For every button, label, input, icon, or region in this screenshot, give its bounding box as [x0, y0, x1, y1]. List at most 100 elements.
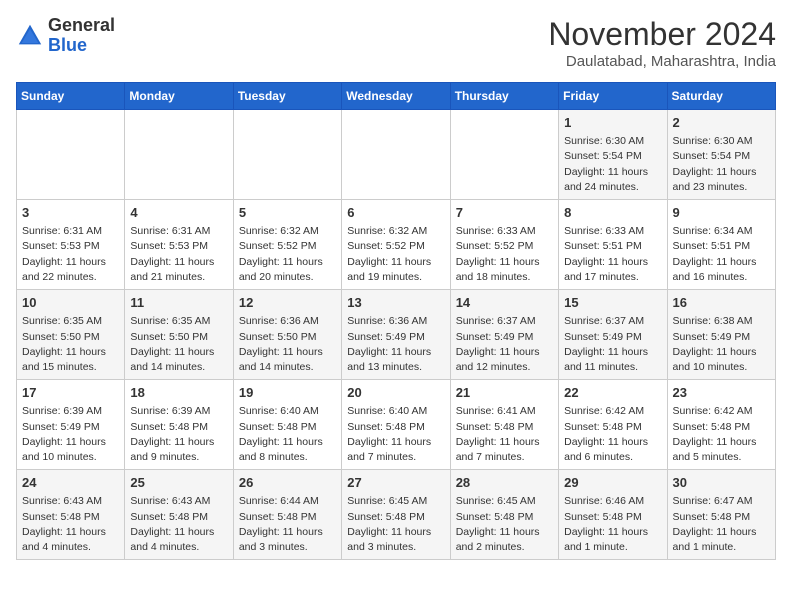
- weekday-header-sunday: Sunday: [17, 83, 125, 110]
- day-info: Sunrise: 6:34 AM Sunset: 5:51 PM Dayligh…: [673, 224, 770, 285]
- day-number: 13: [347, 294, 444, 312]
- calendar-cell: 26 Sunrise: 6:44 AM Sunset: 5:48 PM Dayli…: [233, 470, 341, 560]
- day-info: Sunrise: 6:39 AM Sunset: 5:49 PM Dayligh…: [22, 404, 119, 465]
- day-number: 12: [239, 294, 336, 312]
- day-number: 28: [456, 474, 553, 492]
- calendar-cell: 2Sunrise: 6:30 AM Sunset: 5:54 PM Daylig…: [667, 110, 775, 200]
- day-info: Sunrise: 6:45 AM Sunset: 5:48 PM Dayligh…: [347, 494, 444, 555]
- day-info: Sunrise: 6:35 AM Sunset: 5:50 PM Dayligh…: [130, 314, 227, 375]
- logo-icon: [16, 22, 44, 50]
- day-info: Sunrise: 6:36 AM Sunset: 5:49 PM Dayligh…: [347, 314, 444, 375]
- weekday-header-tuesday: Tuesday: [233, 83, 341, 110]
- day-info: Sunrise: 6:35 AM Sunset: 5:50 PM Dayligh…: [22, 314, 119, 375]
- calendar-cell: 24Sunrise: 6:43 AM Sunset: 5:48 PM Dayli…: [17, 470, 125, 560]
- month-year: November 2024: [548, 16, 776, 53]
- day-info: Sunrise: 6:33 AM Sunset: 5:52 PM Dayligh…: [456, 224, 553, 285]
- calendar-cell: 3Sunrise: 6:31 AM Sunset: 5:53 PM Daylig…: [17, 200, 125, 290]
- day-info: Sunrise: 6:43 AM Sunset: 5:48 PM Dayligh…: [130, 494, 227, 555]
- calendar-cell: 16 Sunrise: 6:38 AM Sunset: 5:49 PM Dayli…: [667, 290, 775, 380]
- week-row-1: 1 Sunrise: 6:30 AM Sunset: 5:54 PM Daylig…: [17, 110, 776, 200]
- day-info: Sunrise: 6:37 AM Sunset: 5:49 PM Dayligh…: [564, 314, 661, 375]
- day-info: Sunrise: 6:40 AM Sunset: 5:48 PM Dayligh…: [347, 404, 444, 465]
- day-number: 15: [564, 294, 661, 312]
- calendar-cell: 25 Sunrise: 6:43 AM Sunset: 5:48 PM Dayli…: [125, 470, 233, 560]
- week-row-3: 10 Sunrise: 6:35 AM Sunset: 5:50 PM Dayli…: [17, 290, 776, 380]
- day-number: 21: [456, 384, 553, 402]
- day-number: 14: [456, 294, 553, 312]
- calendar-cell: 29Sunrise: 6:46 AM Sunset: 5:48 PM Dayli…: [559, 470, 667, 560]
- weekday-header-row: SundayMondayTuesdayWednesdayThursdayFrid…: [17, 83, 776, 110]
- day-info: Sunrise: 6:42 AM Sunset: 5:48 PM Dayligh…: [673, 404, 770, 465]
- calendar-table: SundayMondayTuesdayWednesdayThursdayFrid…: [16, 82, 776, 560]
- day-info: Sunrise: 6:36 AM Sunset: 5:50 PM Dayligh…: [239, 314, 336, 375]
- day-number: 30: [673, 474, 770, 492]
- calendar-cell: 5 Sunrise: 6:32 AM Sunset: 5:52 PM Daylig…: [233, 200, 341, 290]
- calendar-cell: 12 Sunrise: 6:36 AM Sunset: 5:50 PM Dayli…: [233, 290, 341, 380]
- day-number: 10: [22, 294, 119, 312]
- day-info: Sunrise: 6:31 AM Sunset: 5:53 PM Dayligh…: [130, 224, 227, 285]
- day-info: Sunrise: 6:33 AM Sunset: 5:51 PM Dayligh…: [564, 224, 661, 285]
- day-info: Sunrise: 6:47 AM Sunset: 5:48 PM Dayligh…: [673, 494, 770, 555]
- week-row-2: 3 Sunrise: 6:31 AM Sunset: 5:53 PM Daylig…: [17, 200, 776, 290]
- day-info: Sunrise: 6:41 AM Sunset: 5:48 PM Dayligh…: [456, 404, 553, 465]
- title-block: November 2024 Daulatabad, Maharashtra, I…: [548, 16, 776, 70]
- day-info: Sunrise: 6:32 AM Sunset: 5:52 PM Dayligh…: [239, 224, 336, 285]
- calendar-cell: 10 Sunrise: 6:35 AM Sunset: 5:50 PM Dayli…: [17, 290, 125, 380]
- day-info: Sunrise: 6:30 AM Sunset: 5:54 PM Dayligh…: [564, 134, 661, 195]
- calendar-cell: 1 Sunrise: 6:30 AM Sunset: 5:54 PM Daylig…: [559, 110, 667, 200]
- day-number: 26: [239, 474, 336, 492]
- day-number: 18: [130, 384, 227, 402]
- day-number: 7: [456, 204, 553, 222]
- day-info: Sunrise: 6:46 AM Sunset: 5:48 PM Dayligh…: [564, 494, 661, 555]
- day-info: Sunrise: 6:30 AM Sunset: 5:54 PM Dayligh…: [673, 134, 770, 195]
- calendar-cell: [342, 110, 450, 200]
- day-info: Sunrise: 6:32 AM Sunset: 5:52 PM Dayligh…: [347, 224, 444, 285]
- day-number: 8: [564, 204, 661, 222]
- day-number: 22: [564, 384, 661, 402]
- weekday-header-friday: Friday: [559, 83, 667, 110]
- day-number: 4: [130, 204, 227, 222]
- day-info: Sunrise: 6:39 AM Sunset: 5:48 PM Dayligh…: [130, 404, 227, 465]
- calendar-cell: 13 Sunrise: 6:36 AM Sunset: 5:49 PM Dayli…: [342, 290, 450, 380]
- calendar-cell: 9Sunrise: 6:34 AM Sunset: 5:51 PM Daylig…: [667, 200, 775, 290]
- day-number: 3: [22, 204, 119, 222]
- day-info: Sunrise: 6:45 AM Sunset: 5:48 PM Dayligh…: [456, 494, 553, 555]
- calendar-cell: 11 Sunrise: 6:35 AM Sunset: 5:50 PM Dayli…: [125, 290, 233, 380]
- calendar-cell: 15 Sunrise: 6:37 AM Sunset: 5:49 PM Dayli…: [559, 290, 667, 380]
- weekday-header-monday: Monday: [125, 83, 233, 110]
- calendar-cell: 21 Sunrise: 6:41 AM Sunset: 5:48 PM Dayli…: [450, 380, 558, 470]
- day-info: Sunrise: 6:37 AM Sunset: 5:49 PM Dayligh…: [456, 314, 553, 375]
- day-number: 23: [673, 384, 770, 402]
- calendar-cell: 23 Sunrise: 6:42 AM Sunset: 5:48 PM Dayli…: [667, 380, 775, 470]
- calendar-cell: 4 Sunrise: 6:31 AM Sunset: 5:53 PM Daylig…: [125, 200, 233, 290]
- day-info: Sunrise: 6:44 AM Sunset: 5:48 PM Dayligh…: [239, 494, 336, 555]
- calendar-cell: 6Sunrise: 6:32 AM Sunset: 5:52 PM Daylig…: [342, 200, 450, 290]
- calendar-cell: 18 Sunrise: 6:39 AM Sunset: 5:48 PM Dayli…: [125, 380, 233, 470]
- day-info: Sunrise: 6:38 AM Sunset: 5:49 PM Dayligh…: [673, 314, 770, 375]
- calendar-cell: 7 Sunrise: 6:33 AM Sunset: 5:52 PM Daylig…: [450, 200, 558, 290]
- logo: General Blue: [16, 16, 115, 56]
- day-number: 16: [673, 294, 770, 312]
- day-number: 24: [22, 474, 119, 492]
- calendar-cell: [125, 110, 233, 200]
- calendar-cell: 19Sunrise: 6:40 AM Sunset: 5:48 PM Dayli…: [233, 380, 341, 470]
- calendar-cell: 30 Sunrise: 6:47 AM Sunset: 5:48 PM Dayli…: [667, 470, 775, 560]
- day-number: 11: [130, 294, 227, 312]
- calendar-body: 1 Sunrise: 6:30 AM Sunset: 5:54 PM Daylig…: [17, 110, 776, 560]
- weekday-header-thursday: Thursday: [450, 83, 558, 110]
- calendar-cell: 17Sunrise: 6:39 AM Sunset: 5:49 PM Dayli…: [17, 380, 125, 470]
- calendar-header: SundayMondayTuesdayWednesdayThursdayFrid…: [17, 83, 776, 110]
- logo-text: General Blue: [48, 16, 115, 56]
- day-number: 25: [130, 474, 227, 492]
- calendar-cell: [450, 110, 558, 200]
- day-number: 5: [239, 204, 336, 222]
- day-number: 27: [347, 474, 444, 492]
- page-header: General Blue November 2024 Daulatabad, M…: [16, 16, 776, 70]
- day-number: 20: [347, 384, 444, 402]
- day-number: 1: [564, 114, 661, 132]
- calendar-cell: 20 Sunrise: 6:40 AM Sunset: 5:48 PM Dayli…: [342, 380, 450, 470]
- calendar-cell: 14 Sunrise: 6:37 AM Sunset: 5:49 PM Dayli…: [450, 290, 558, 380]
- calendar-cell: 8 Sunrise: 6:33 AM Sunset: 5:51 PM Daylig…: [559, 200, 667, 290]
- calendar-cell: 27 Sunrise: 6:45 AM Sunset: 5:48 PM Dayli…: [342, 470, 450, 560]
- week-row-4: 17Sunrise: 6:39 AM Sunset: 5:49 PM Dayli…: [17, 380, 776, 470]
